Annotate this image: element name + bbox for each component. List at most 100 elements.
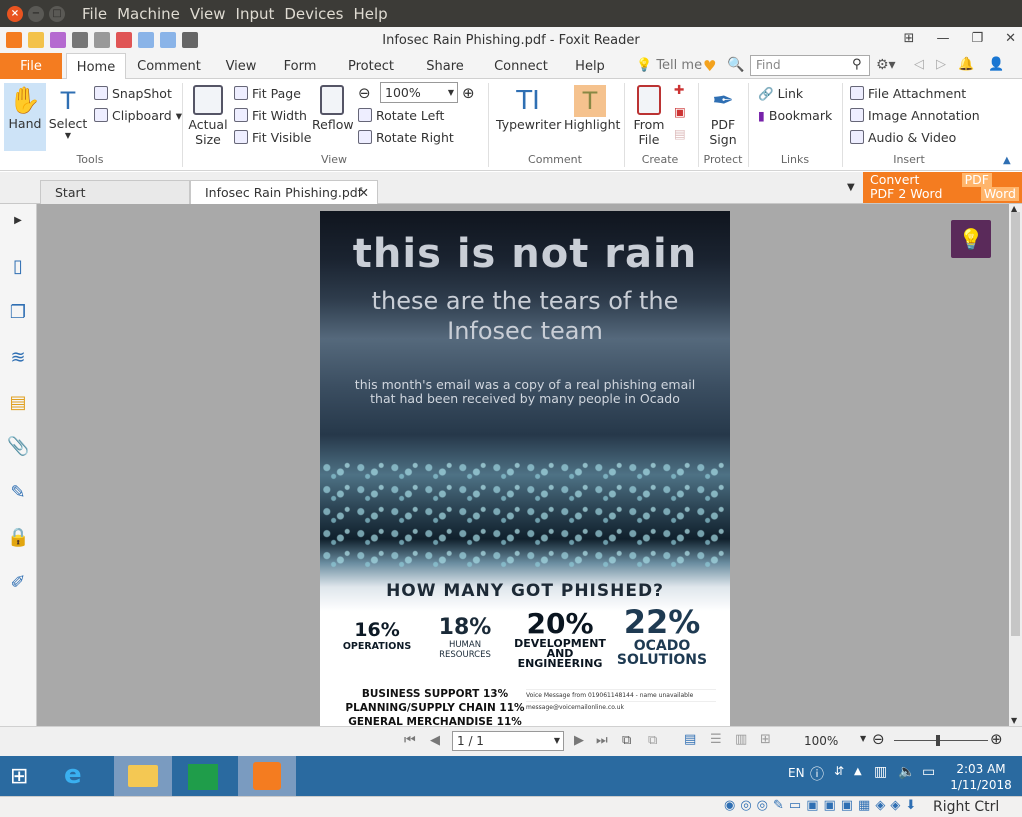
tab-share[interactable]: Share [420,53,470,79]
clock[interactable]: 2:03 AM 1/11/2018 [944,761,1018,793]
bell-icon[interactable]: 🔔 [958,57,974,72]
language-indicator[interactable]: EN [788,766,805,780]
foxit-reader-taskbar-icon[interactable] [238,756,296,796]
next-icon[interactable]: ▷ [936,57,946,72]
minimize-icon[interactable]: − [28,5,44,22]
vertical-scrollbar[interactable]: ▲ ▼ [1009,204,1022,726]
facing-page-icon[interactable]: ▥ [735,732,747,747]
zoom-level[interactable]: 100% [804,734,838,748]
internet-explorer-icon[interactable]: e [64,760,82,790]
menu-machine[interactable]: Machine [117,5,180,23]
link-button[interactable]: 🔗 Link [758,86,803,102]
file-explorer-icon[interactable] [114,756,172,796]
user-icon[interactable]: 👤 [988,57,1004,72]
ime-icon[interactable]: ⇵ [834,764,844,778]
expand-panel-icon[interactable]: ▶ [7,210,29,232]
from-file-button[interactable]: From File [630,85,668,147]
zoom-out-icon[interactable]: ⊖ [872,730,885,748]
snapshot-button[interactable]: SnapShot [94,86,172,101]
menu-input[interactable]: Input [236,5,275,23]
rotate-right-button[interactable]: Rotate Right [358,130,454,145]
typewriter-button[interactable]: TI Typewriter [496,85,561,132]
network-icon[interactable]: ▥ [874,764,887,780]
restore-ribbon-icon[interactable]: ⊞ [904,31,915,46]
reflow-button[interactable]: Reflow [312,85,354,132]
zoom-slider-thumb[interactable] [936,735,940,746]
pages-icon[interactable]: ❐ [7,302,29,324]
next-page-icon[interactable]: ▶ [574,733,584,748]
tab-start[interactable]: Start [40,180,190,204]
fit-visible-button[interactable]: Fit Visible [234,130,311,145]
close-icon[interactable]: × [7,5,23,22]
window-close-button[interactable]: ✕ [1005,31,1016,46]
device-status-icons[interactable]: ◉◎◎✎▭▣▣▣▦◈◈⬇ [724,798,921,813]
select-button[interactable]: T Select ▼ [48,86,88,140]
create-scan-icon[interactable]: ▣ [674,104,686,119]
convert-pdf-to-word-banner[interactable]: Convert PDF 2 Word PDF Word [863,172,1022,203]
show-hidden-icons[interactable]: ▲ [854,766,862,777]
prev-page-icon[interactable]: ◀ [430,733,440,748]
window-restore-button[interactable]: ❐ [971,31,983,46]
continuous-facing-icon[interactable]: ⊞ [760,732,771,747]
certificate-icon[interactable]: ✐ [7,572,29,594]
zoom-out-icon[interactable]: ⊖ [358,84,371,102]
windows-start-icon[interactable]: ⊞ [10,764,28,789]
signature-icon[interactable]: ✎ [7,482,29,504]
tab-document[interactable]: Infosec Rain Phishing.pdf ✕ [190,180,378,204]
create-new-icon[interactable]: ✚ [674,82,684,97]
single-page-icon[interactable]: ▤ [684,732,696,747]
heart-icon[interactable]: ♥ [703,57,716,75]
document-viewport[interactable]: this is not rain these are the tears of … [37,204,1009,726]
create-clipboard-icon[interactable]: ▤ [674,126,686,141]
rotate-left-button[interactable]: Rotate Left [358,108,444,123]
menu-file[interactable]: File [82,5,107,23]
zoom-in-icon[interactable]: ⊕ [462,84,475,102]
collapse-ribbon-icon[interactable]: ▲ [1003,155,1011,166]
volume-icon[interactable]: 🔈 [898,764,915,780]
help-icon[interactable]: ⓘ [810,764,824,784]
search-icon[interactable]: ⚲ [852,57,862,72]
comments-icon[interactable]: ▤ [7,392,29,414]
action-center-icon[interactable]: ▭ [922,764,935,780]
tab-connect[interactable]: Connect [490,53,552,79]
next-view-icon[interactable]: ⧉ [648,733,657,748]
tell-me[interactable]: 💡 Tell me [636,58,702,73]
layers-icon[interactable]: ≋ [7,347,29,369]
actual-size-button[interactable]: Actual Size [188,85,228,147]
page-number-select[interactable]: 1 / 1 ▼ [452,731,564,751]
file-attachment-button[interactable]: File Attachment [850,86,966,101]
tab-view[interactable]: View [218,53,264,79]
tab-protect[interactable]: Protect [342,53,400,79]
tab-form[interactable]: Form [276,53,324,79]
tab-comment[interactable]: Comment [134,53,204,79]
zoom-in-icon[interactable]: ⊕ [990,730,1003,748]
prev-icon[interactable]: ◁ [914,57,924,72]
zoom-dropdown-icon[interactable]: ▼ [860,734,866,743]
gear-icon[interactable]: ⚙▾ [876,57,896,73]
hand-button[interactable]: ✋ Hand [4,83,46,151]
pdf-sign-button[interactable]: ✒ PDF Sign [702,85,744,147]
clipboard-button[interactable]: Clipboard ▾ [94,108,182,123]
continuous-page-icon[interactable]: ☰ [710,732,722,747]
lock-icon[interactable]: 🔒 [7,527,29,549]
menu-help[interactable]: Help [353,5,387,23]
fit-page-button[interactable]: Fit Page [234,86,301,101]
attachment-icon[interactable]: 📎 [7,436,29,458]
fit-width-button[interactable]: Fit Width [234,108,307,123]
tab-list-icon[interactable]: ▼ [847,182,855,193]
tab-home[interactable]: Home [66,53,126,80]
previous-view-icon[interactable]: ⧉ [622,733,631,748]
audio-video-button[interactable]: Audio & Video [850,130,956,145]
image-annotation-button[interactable]: Image Annotation [850,108,980,123]
window-minimize-button[interactable]: — [936,31,949,46]
menu-view[interactable]: View [190,5,226,23]
lightbulb-icon[interactable]: 💡 [951,220,991,258]
menu-devices[interactable]: Devices [284,5,343,23]
store-icon[interactable] [188,764,218,790]
page-thumbnail-icon[interactable]: ▯ [7,256,29,278]
close-tab-icon[interactable]: ✕ [359,181,369,205]
zoom-select[interactable]: 100% ▼ [380,82,458,103]
highlight-button[interactable]: T Highlight [564,85,620,132]
last-page-icon[interactable]: ⏭ [596,733,608,748]
tab-help[interactable]: Help [570,53,610,79]
